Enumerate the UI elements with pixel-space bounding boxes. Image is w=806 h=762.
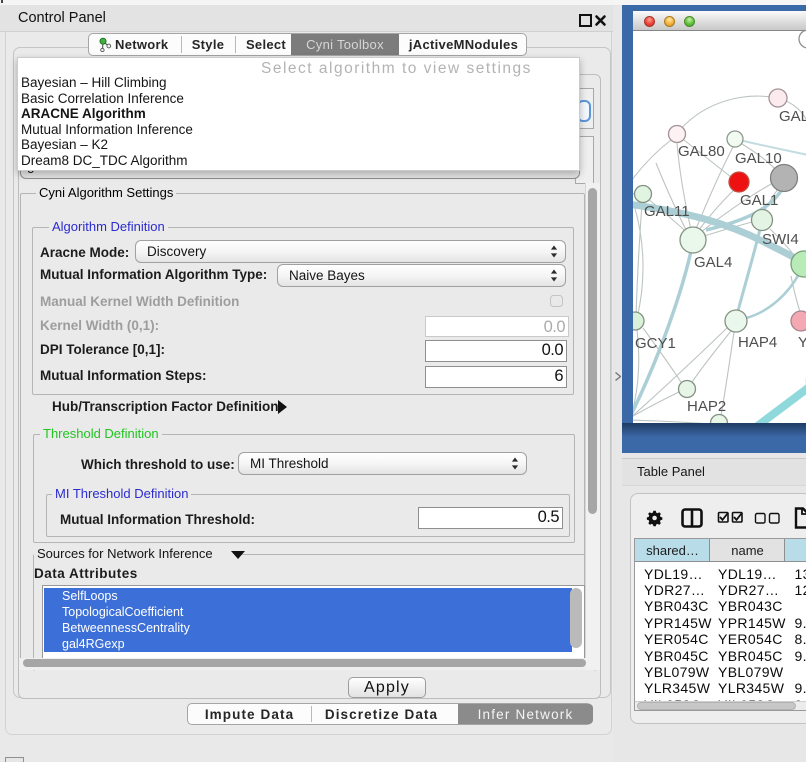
svg-text:GAL11: GAL11 (644, 203, 690, 220)
svg-text:Y: Y (798, 334, 806, 351)
svg-text:HAP4: HAP4 (738, 334, 777, 351)
svg-text:GCY1: GCY1 (635, 335, 676, 352)
svg-text:GAL10: GAL10 (735, 150, 782, 167)
svg-text:SWI4: SWI4 (762, 231, 799, 248)
svg-text:HAP2: HAP2 (687, 398, 726, 415)
svg-text:GAL: GAL (779, 108, 806, 125)
svg-text:GAL1: GAL1 (740, 192, 778, 209)
svg-text:GAL80: GAL80 (678, 143, 725, 160)
svg-text:GAL4: GAL4 (694, 254, 732, 271)
